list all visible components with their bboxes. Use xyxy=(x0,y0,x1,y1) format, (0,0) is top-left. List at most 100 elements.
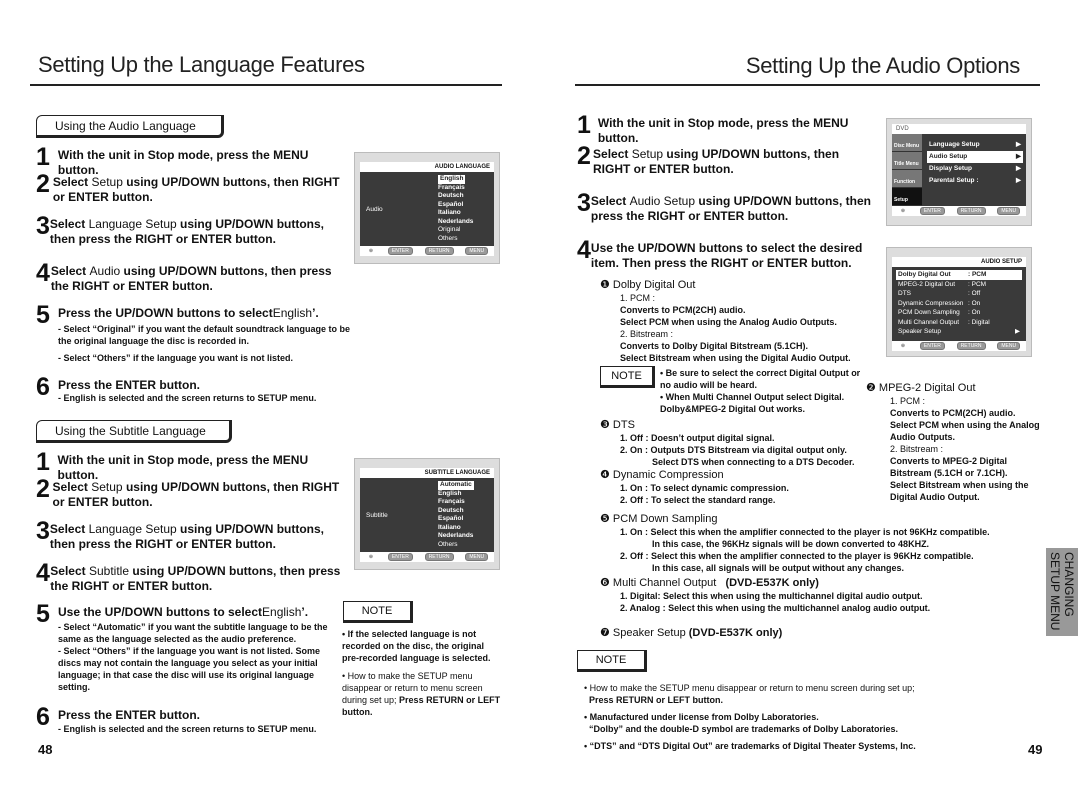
step-text-item: Setup xyxy=(91,480,123,494)
menu-option: Français xyxy=(438,183,465,191)
divider xyxy=(30,84,502,86)
menu-key: MENU xyxy=(997,207,1021,215)
option-label: 2. Bitstream : xyxy=(620,329,674,339)
menu-option: English xyxy=(438,175,466,184)
note-text: • “DTS” and “DTS Digital Out” are tradem… xyxy=(584,741,916,751)
enter-key: ENTER xyxy=(387,247,413,255)
option-label: 2. Bitstream : xyxy=(890,444,944,454)
note-item: • Manufactured under license from Dolby … xyxy=(584,711,1024,735)
option-desc: Select DTS when connecting to a DTS Deco… xyxy=(652,457,855,467)
step-number: 2 xyxy=(36,170,50,198)
note-text: - Select “Others” if the language you wa… xyxy=(58,646,321,692)
subtitle-language-menu-screenshot: SUBTITLE LANGUAGE Subtitle Automatic Engl… xyxy=(354,458,500,570)
section-tab-subtitle-language: Using the Subtitle Language xyxy=(36,420,232,443)
menu-option: Others xyxy=(438,234,458,242)
page-title-left: Setting Up the Language Features xyxy=(38,52,365,77)
step-number: 2 xyxy=(36,475,50,503)
menu-footer: ⊕ ENTER RETURN MENU xyxy=(892,206,1026,216)
section-heading: ❼ Speaker Setup xyxy=(600,627,686,639)
option-desc: Converts to MPEG-2 Digital Bitstream (5.… xyxy=(890,456,1008,478)
step-number: 5 xyxy=(36,301,50,329)
step-text: Select Audio Setup using UP/DOWN buttons… xyxy=(591,191,877,224)
option-desc: Converts to PCM(2CH) audio. xyxy=(890,408,1016,418)
subtitle-step5-notes: - Select “Automatic” if you want the sub… xyxy=(58,621,343,693)
enter-key: ENTER xyxy=(919,342,945,350)
option-desc: 1. Digital: Select this when using the m… xyxy=(620,591,923,601)
step-text-a: Select xyxy=(593,147,632,161)
step-number: 1 xyxy=(36,448,50,476)
section-heading: ❹ Dynamic Compression xyxy=(600,469,724,481)
menu-key: MENU xyxy=(465,553,489,561)
arrow-right-icon: ▶ xyxy=(1016,165,1021,172)
section-heading: ❸ DTS xyxy=(600,419,635,431)
menu-row-label: PCM Down Sampling xyxy=(898,309,960,316)
menu-option: Italiano xyxy=(438,523,461,531)
menu-row-label: DTS xyxy=(898,290,911,297)
dvd-label: DVD xyxy=(892,124,1026,134)
menu-option: Deutsch xyxy=(438,192,464,199)
menu-option: Automatic xyxy=(438,481,474,490)
menu-label: Audio xyxy=(366,206,383,213)
step-text: Press the ENTER button. xyxy=(58,375,200,393)
option-desc: Select Bitstream when using the Digital … xyxy=(890,480,1029,502)
note-text: • Manufactured under license from Dolby … xyxy=(584,712,819,722)
step-text: Select Language Setup using UP/DOWN butt… xyxy=(50,519,346,552)
step-number: 4 xyxy=(36,259,50,287)
menu-option: Nederlands xyxy=(438,217,474,225)
menu-row-value: : Digital xyxy=(968,318,990,326)
menu-item: Audio Setup xyxy=(929,153,968,160)
step-text: Select Subtitle using UP/DOWN buttons, t… xyxy=(50,561,346,594)
option-desc: 2. Off : Select this when the amplifier … xyxy=(620,551,974,561)
step-4: 4 Select Subtitle using UP/DOWN buttons, … xyxy=(36,561,346,594)
menu-key: MENU xyxy=(997,342,1021,350)
note-item: • How to make the SETUP menu disappear o… xyxy=(584,682,1024,706)
step-text-item: English xyxy=(272,306,313,320)
menu-header: AUDIO SETUP xyxy=(892,257,1026,267)
step-number: 3 xyxy=(36,517,50,545)
note-text: - Select “Original” if you want the defa… xyxy=(58,324,351,346)
subtitle-step6-note: - English is selected and the screen ret… xyxy=(58,724,317,734)
menu-option: Français xyxy=(438,498,465,505)
option-desc: Select Bitstream when using the Digital … xyxy=(620,353,851,363)
step-text-a: Use the UP/DOWN buttons to select xyxy=(58,605,263,619)
audio-setup-menu-screenshot: AUDIO SETUP Dolby Digital Out: PCM MPEG-2… xyxy=(886,247,1032,357)
left-note: • If the selected language is not record… xyxy=(342,628,502,718)
step-number: 2 xyxy=(577,142,591,170)
option-desc: 2. Analog : Select this when using the m… xyxy=(620,603,931,613)
step-text-main: Press the ENTER button. xyxy=(58,378,201,392)
step-text-a: Select xyxy=(52,175,92,189)
note-text: • When Multi Channel Output select Digit… xyxy=(660,392,845,414)
setup-menu-screenshot: DVD Disc Menu Title Menu Function Setup Lan… xyxy=(886,118,1032,226)
page-number-left: 48 xyxy=(38,742,53,757)
step-text-a: Press the UP/DOWN buttons to select xyxy=(58,306,273,320)
audio-language-menu-screenshot: AUDIO LANGUAGE Audio English Français Deut… xyxy=(354,152,500,264)
menu-row-value: : Off xyxy=(968,290,981,297)
menu-row-value xyxy=(968,327,1015,337)
step-text-item: Audio Setup xyxy=(629,194,695,208)
section-heading: ❻ Multi Channel Output xyxy=(600,577,717,589)
step-number: 4 xyxy=(36,559,50,587)
divider xyxy=(575,84,1040,86)
step-number: 1 xyxy=(577,111,591,139)
option-label: 1. PCM : xyxy=(620,293,656,303)
menu-footer: ⊕ ENTER RETURN MENU xyxy=(892,341,1026,351)
option-desc: 1. On : Select this when the amplifier c… xyxy=(620,527,990,537)
step-text-item: Setup xyxy=(91,175,123,189)
return-key: RETURN xyxy=(424,553,454,561)
option-desc: Select PCM when using the Analog Audio O… xyxy=(620,317,837,327)
dts-section: ❸ DTS 1. Off : Doesn’t output digital si… xyxy=(600,418,870,468)
right-notes: • How to make the SETUP menu disappear o… xyxy=(584,682,1024,757)
step-text-a: Select xyxy=(50,264,90,278)
step-text-c: ’. xyxy=(312,306,319,320)
menu-option: Español xyxy=(438,515,464,522)
note-text: • Be sure to select the correct Digital … xyxy=(660,368,861,390)
step-2: 2 Select Setup using UP/DOWN buttons, the… xyxy=(577,144,877,177)
side-tab-changing-setup-menu: CHANGING SETUP MENU xyxy=(1046,548,1078,636)
menu-row-label: Speaker Setup xyxy=(898,328,942,335)
step-4: 4 Use the UP/DOWN buttons to select the d… xyxy=(577,238,877,271)
menu-row-value: : On xyxy=(968,299,981,307)
option-desc: 2. Off : To select the standard range. xyxy=(620,495,776,505)
menu-side-item: Disc Menu xyxy=(892,134,922,152)
menu-option: English xyxy=(438,489,462,497)
option-desc: Select PCM when using the Analog Audio O… xyxy=(890,420,1040,442)
